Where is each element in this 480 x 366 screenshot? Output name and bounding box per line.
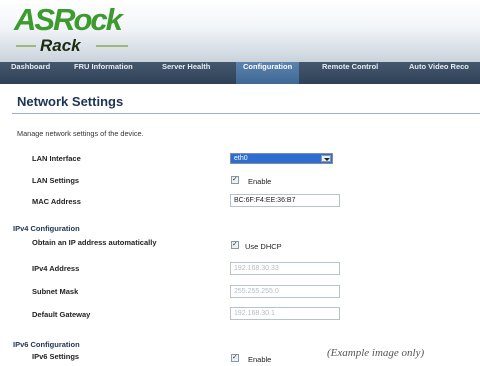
- asrock-logo: ASRock: [14, 2, 123, 37]
- use-dhcp-label: Use DHCP: [245, 242, 282, 251]
- default-gateway-label: Default Gateway: [32, 310, 91, 319]
- logo-rule-right: [96, 45, 128, 47]
- logo-rule-left: [16, 45, 36, 47]
- ipv6-section-heading: IPv6 Configuration: [13, 340, 80, 349]
- lan-interface-label: LAN Interface: [32, 154, 81, 163]
- lan-interface-value: eth0: [234, 155, 248, 162]
- nav-dashboard[interactable]: Dashboard: [4, 62, 57, 84]
- ipv6-enable-label: Enable: [248, 355, 272, 364]
- main-nav: Dashboard FRU Information Server Health …: [0, 62, 480, 84]
- default-gateway-field[interactable]: 192.168.30.1: [230, 307, 340, 320]
- ipv4-address-label: IPv4 Address: [32, 264, 80, 273]
- ipv4-address-field[interactable]: 192.168.30.33: [230, 262, 340, 275]
- mac-address-field[interactable]: BC:6F:F4:EE:36:B7: [230, 194, 340, 207]
- lan-interface-select[interactable]: eth0: [230, 153, 333, 164]
- ipv6-settings-label: IPv6 Settings: [32, 352, 80, 361]
- nav-server-health[interactable]: Server Health: [155, 62, 217, 84]
- logo-text: ASRock: [14, 2, 123, 37]
- app-header: ASRock Rack: [0, 0, 480, 62]
- obtain-ip-label: Obtain an IP address automatically: [32, 238, 157, 247]
- rack-logo: Rack: [16, 36, 134, 55]
- rack-logo-text: Rack: [40, 36, 81, 55]
- subnet-mask-field[interactable]: 255.255.255.0: [230, 285, 340, 298]
- ipv6-enable-checkbox[interactable]: [231, 353, 239, 362]
- page-title: Network Settings: [17, 94, 124, 109]
- lan-enable-label: Enable: [248, 177, 272, 186]
- chevron-down-icon[interactable]: [321, 155, 331, 162]
- title-divider: [12, 113, 480, 114]
- mac-address-label: MAC Address: [32, 197, 81, 206]
- nav-configuration[interactable]: Configuration: [236, 62, 300, 84]
- page-description: Manage network settings of the device.: [17, 129, 144, 138]
- nav-fru-information[interactable]: FRU Information: [67, 62, 140, 84]
- nav-remote-control[interactable]: Remote Control: [315, 62, 385, 84]
- ipv4-section-heading: IPv4 Configuration: [13, 224, 80, 233]
- subnet-mask-label: Subnet Mask: [32, 287, 79, 296]
- nav-auto-video-recording[interactable]: Auto Video Reco: [402, 62, 476, 84]
- lan-settings-label: LAN Settings: [32, 176, 80, 185]
- use-dhcp-checkbox[interactable]: [231, 240, 239, 249]
- lan-enable-checkbox[interactable]: [231, 175, 239, 184]
- example-caption: (Example image only): [327, 347, 425, 359]
